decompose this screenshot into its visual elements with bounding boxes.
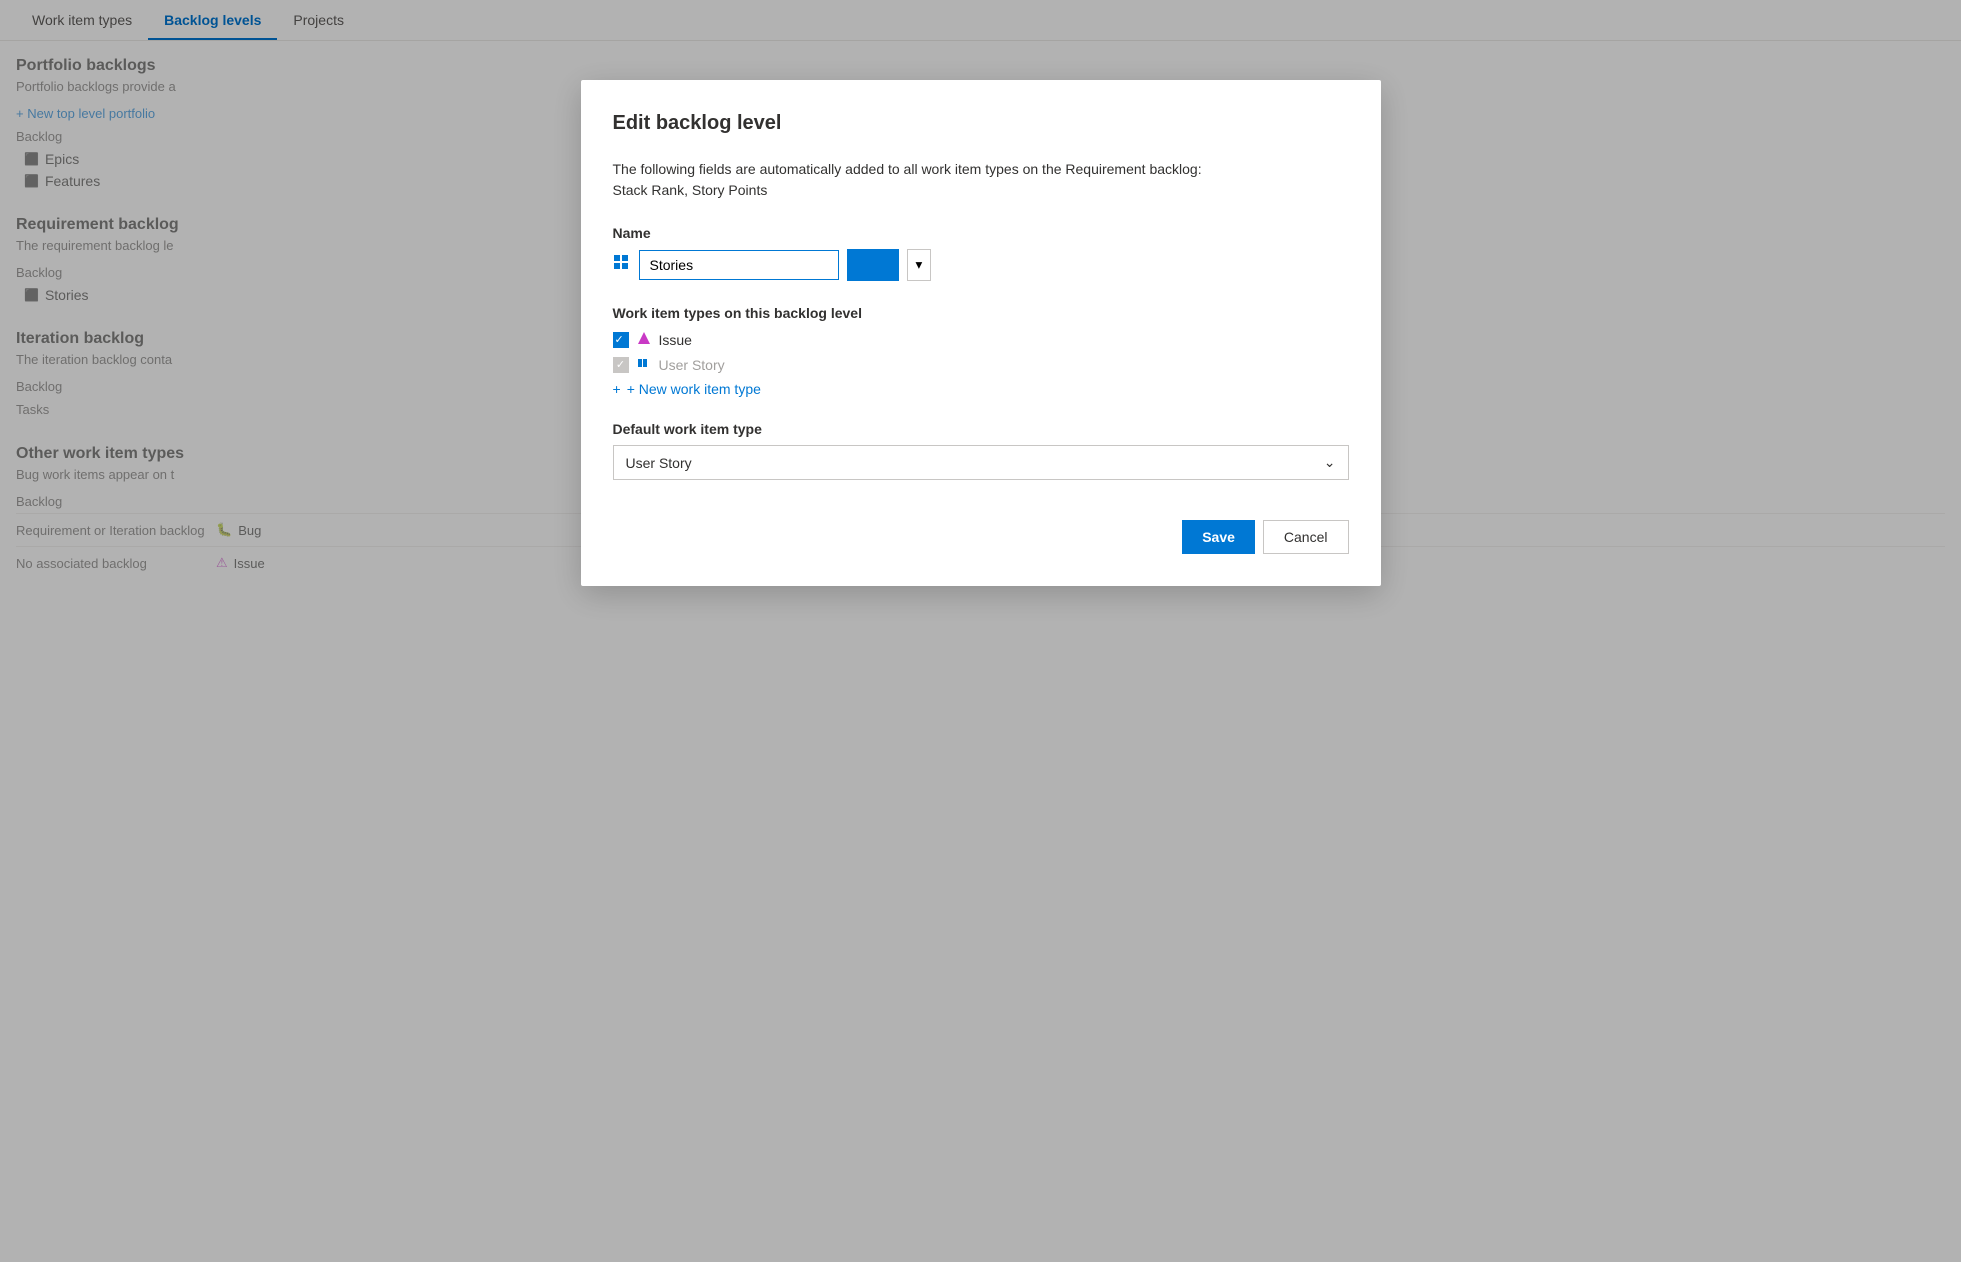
color-dropdown-button[interactable]: ▾ [907, 249, 932, 281]
name-input[interactable] [639, 250, 839, 280]
modal-title: Edit backlog level [613, 112, 1349, 135]
modal-info-line2: Stack Rank, Story Points [613, 182, 768, 198]
cancel-button[interactable]: Cancel [1263, 520, 1349, 554]
wit-title: Work item types on this backlog level [613, 305, 1349, 321]
modal-footer: Save Cancel [613, 520, 1349, 554]
modal-info: The following fields are automatically a… [613, 159, 1349, 201]
add-wit-link[interactable]: + + New work item type [613, 381, 1349, 397]
add-wit-label: + New work item type [627, 381, 761, 397]
default-label: Default work item type [613, 421, 1349, 437]
wit-section: Work item types on this backlog level Is… [613, 305, 1349, 397]
backlog-level-icon [613, 254, 631, 277]
modal-dialog: Edit backlog level The following fields … [581, 80, 1381, 586]
default-type-select[interactable]: User Story ⌄ [613, 445, 1349, 480]
wit-issue-item: Issue [613, 331, 1349, 348]
wit-user-story-item: User Story [613, 356, 1349, 373]
default-type-value: User Story [626, 455, 692, 471]
issue-checkbox[interactable] [613, 332, 629, 348]
modal-info-line1: The following fields are automatically a… [613, 161, 1202, 177]
name-row: ▾ [613, 249, 1349, 281]
user-story-wit-label: User Story [659, 357, 725, 373]
save-button[interactable]: Save [1182, 520, 1255, 554]
default-section: Default work item type User Story ⌄ [613, 421, 1349, 480]
plus-icon: + [613, 381, 621, 397]
issue-wit-label: Issue [659, 332, 692, 348]
chevron-down-icon: ▾ [916, 257, 923, 273]
name-label: Name [613, 225, 1349, 241]
user-story-checkbox [613, 357, 629, 373]
modal-overlay: Edit backlog level The following fields … [0, 0, 1961, 1262]
story-type-icon [637, 356, 651, 373]
issue-type-icon [637, 331, 651, 348]
color-picker-button[interactable] [847, 249, 899, 281]
select-chevron-icon: ⌄ [1324, 454, 1336, 471]
